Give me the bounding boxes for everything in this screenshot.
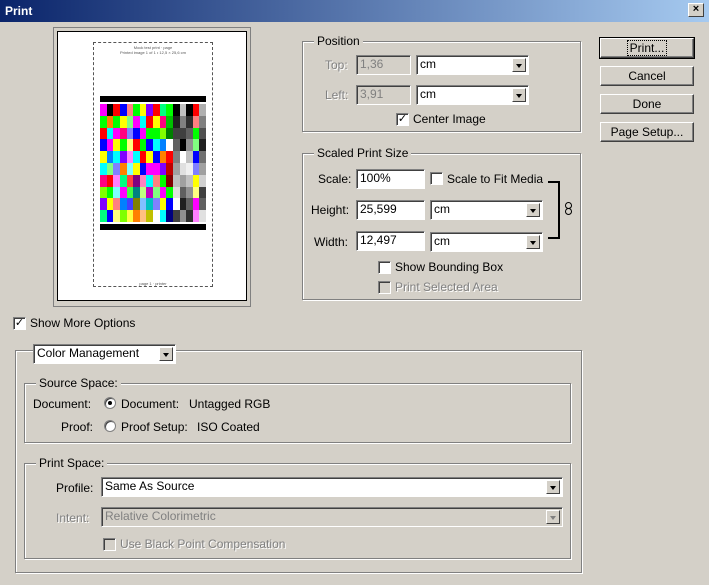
link-icon[interactable]: [565, 202, 572, 215]
color-swatch: [199, 174, 207, 187]
proof-profile-value: ISO Coated: [197, 420, 260, 434]
chevron-down-icon: [546, 510, 560, 524]
preview-header-2: Printed image 1 of 1 • 12,5 × 25,6 cm: [120, 50, 186, 55]
intent-dropdown: Relative Colorimetric: [101, 507, 563, 527]
proof-radio[interactable]: [104, 420, 116, 432]
chevron-down-icon[interactable]: [159, 347, 173, 361]
height-unit-value: cm: [434, 202, 450, 216]
preview-footer: page 1 · printer: [139, 281, 167, 286]
window-title: Print: [5, 4, 33, 18]
width-unit-dropdown[interactable]: cm: [430, 232, 543, 252]
color-swatch: [199, 186, 207, 199]
profile-value: Same As Source: [105, 479, 195, 493]
show-more-options-label[interactable]: Show More Options: [30, 316, 135, 330]
center-image-label[interactable]: Center Image: [413, 112, 486, 126]
show-bounding-box-label[interactable]: Show Bounding Box: [395, 260, 503, 274]
top-field: 1,36: [356, 55, 411, 75]
color-swatch: [199, 151, 207, 164]
chevron-down-icon[interactable]: [526, 203, 540, 217]
scaled-legend: Scaled Print Size: [314, 146, 412, 160]
preview-swatches: [100, 104, 207, 223]
scale-field[interactable]: 100%: [356, 169, 425, 189]
intent-value: Relative Colorimetric: [105, 509, 216, 523]
print-selected-area-label: Print Selected Area: [395, 280, 498, 294]
black-point-compensation-checkbox: [103, 538, 116, 551]
width-unit-value: cm: [434, 234, 450, 248]
scale-to-fit-label[interactable]: Scale to Fit Media: [447, 172, 543, 186]
width-field[interactable]: 12,497: [356, 231, 425, 251]
height-field[interactable]: 25,599: [356, 200, 425, 220]
close-icon: ×: [692, 3, 700, 15]
left-field: 3,91: [356, 85, 411, 105]
color-swatch: [199, 139, 207, 152]
source-space-legend: Source Space:: [36, 376, 121, 390]
chevron-down-icon[interactable]: [546, 480, 560, 494]
title-bar: Print ×: [0, 0, 709, 22]
options-type-value: Color Management: [37, 346, 140, 360]
document-option-label[interactable]: Document:: [121, 397, 179, 411]
scale-label: Scale:: [318, 172, 352, 186]
preview-bar-top: [100, 96, 206, 102]
top-unit-value: cm: [420, 57, 436, 71]
profile-dropdown[interactable]: Same As Source: [101, 477, 563, 497]
color-swatch: [199, 127, 207, 140]
document-label: Document:: [33, 397, 92, 411]
center-image-checkbox[interactable]: ✓: [396, 113, 409, 126]
intent-label: Intent:: [56, 511, 90, 525]
print-button[interactable]: Print...: [599, 37, 695, 59]
document-radio[interactable]: [104, 397, 116, 409]
print-space-legend: Print Space:: [36, 456, 108, 470]
chevron-down-icon[interactable]: [512, 88, 526, 102]
show-bounding-box-checkbox[interactable]: [378, 261, 391, 274]
cancel-button[interactable]: Cancel: [600, 66, 694, 86]
top-label: Top:: [325, 58, 348, 72]
left-label: Left:: [325, 88, 349, 102]
source-space-group: [24, 383, 571, 443]
preview-paper: Mock test print · page Printed image 1 o…: [57, 31, 247, 301]
check-icon: ✓: [397, 113, 408, 125]
width-label: Width:: [314, 235, 349, 249]
document-profile-value: Untagged RGB: [189, 397, 271, 411]
options-type-dropdown[interactable]: Color Management: [33, 344, 176, 364]
color-swatch: [199, 210, 207, 223]
show-more-options-checkbox[interactable]: ✓: [13, 317, 26, 330]
top-unit-dropdown[interactable]: cm: [416, 55, 529, 75]
color-swatch: [199, 163, 207, 175]
done-button[interactable]: Done: [600, 94, 694, 114]
left-unit-value: cm: [420, 87, 436, 101]
chevron-down-icon[interactable]: [512, 58, 526, 72]
print-selected-area-checkbox: [378, 281, 391, 294]
proof-label: Proof:: [61, 420, 94, 434]
position-legend: Position: [314, 34, 363, 48]
color-swatch: [199, 198, 207, 211]
chevron-down-icon[interactable]: [526, 235, 540, 249]
color-swatch: [199, 115, 207, 128]
black-point-compensation-label: Use Black Point Compensation: [120, 537, 286, 551]
height-unit-dropdown[interactable]: cm: [430, 200, 543, 220]
check-icon: ✓: [14, 317, 25, 329]
height-label: Height:: [311, 203, 350, 217]
print-preview: Mock test print · page Printed image 1 o…: [53, 27, 251, 307]
proof-option-label[interactable]: Proof Setup:: [121, 420, 188, 434]
color-swatch: [199, 104, 207, 116]
left-unit-dropdown[interactable]: cm: [416, 85, 529, 105]
preview-bar-bottom: [100, 224, 206, 230]
profile-label: Profile:: [56, 481, 94, 495]
scale-to-fit-checkbox[interactable]: [430, 172, 443, 185]
page-setup-button[interactable]: Page Setup...: [600, 122, 694, 142]
close-button[interactable]: ×: [688, 3, 704, 17]
proportion-bracket: [548, 181, 560, 239]
